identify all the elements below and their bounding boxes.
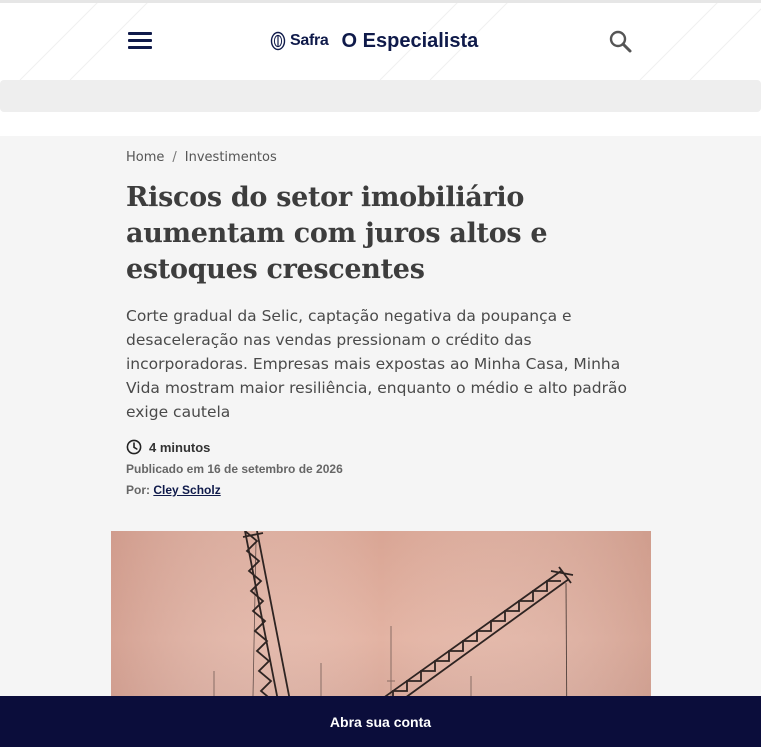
publish-date: Publicado em 16 de setembro de 2026 (126, 462, 343, 476)
site-logo[interactable]: Safra O Especialista (270, 25, 478, 57)
author-prefix: Por: (126, 483, 150, 497)
open-account-label: Abra sua conta (329, 713, 432, 730)
article-lede: Corte gradual da Selic, captação negativ… (126, 307, 627, 421)
ad-placeholder (0, 80, 761, 112)
brand-name: Safra (290, 32, 329, 49)
author-byline: Por: Cley Scholz (126, 483, 221, 497)
search-button[interactable] (608, 29, 634, 55)
open-account-button[interactable]: Abra sua conta (0, 696, 761, 747)
menu-button[interactable] (128, 29, 154, 51)
clock-icon (126, 439, 142, 455)
article-title: Riscos do setor imobiliário aumentam com… (126, 182, 548, 285)
search-icon (609, 30, 632, 53)
reading-time: 4 minutos (126, 439, 210, 455)
breadcrumb-home-link[interactable]: Home (126, 150, 164, 165)
breadcrumb-investimentos-link[interactable]: Investimentos (185, 150, 277, 165)
reading-time-label: 4 minutos (149, 439, 211, 455)
site-title: O Especialista (341, 29, 479, 52)
breadcrumb-separator: / (172, 150, 177, 165)
breadcrumb: Home / Investimentos (126, 150, 277, 165)
hamburger-menu-icon (128, 32, 152, 35)
author-link[interactable]: Cley Scholz (153, 483, 220, 497)
article: Home / Investimentos Riscos do setor imo… (0, 136, 761, 747)
safra-seal-icon (270, 31, 286, 51)
site-header: Safra O Especialista (0, 3, 761, 80)
